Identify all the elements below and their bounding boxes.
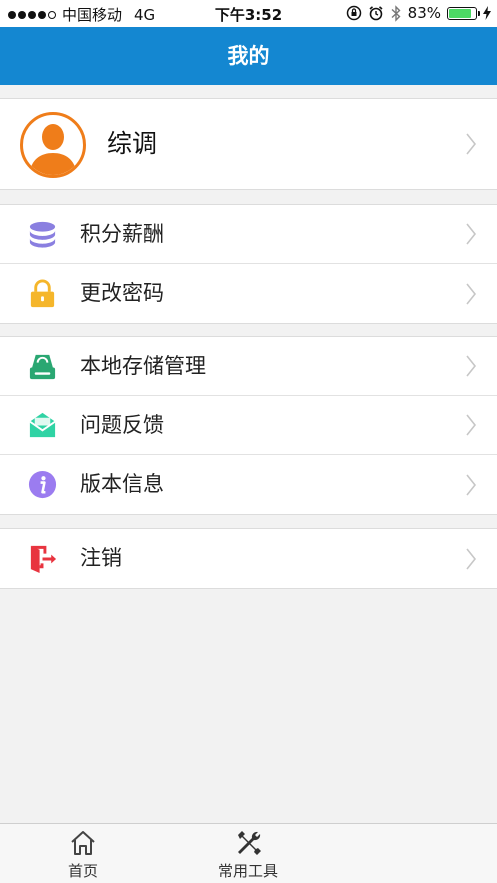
chevron-right-icon [466,414,477,436]
navigation-bar: 我的 [0,27,497,85]
chevron-right-icon [466,133,477,155]
tab-tools[interactable]: 常用工具 [168,824,328,883]
menu-item-local-storage[interactable]: 本地存储管理 [0,337,497,396]
chevron-right-icon [466,283,477,304]
chevron-right-icon [466,474,477,495]
profile-name: 综调 [107,129,158,158]
storage-icon [29,354,56,380]
menu-group-rewards: 积分薪酬 更改密码 [0,204,497,324]
menu-item-label: 本地存储管理 [80,354,206,378]
status-right: 83% [346,4,491,22]
battery-percent: 83% [407,4,441,22]
tab-label: 首页 [67,862,98,880]
menu-item-version-info[interactable]: 版本信息 [0,455,497,514]
tools-icon [238,831,261,855]
profile-row[interactable]: 综调 [0,99,497,189]
menu-group-account: 注销 [0,528,497,589]
menu-group-system: 本地存储管理 问题反馈 版本信息 [0,336,497,515]
chevron-right-icon [466,223,477,245]
database-icon [29,221,56,248]
info-icon [28,470,57,499]
menu-item-logout[interactable]: 注销 [0,529,497,588]
alarm-icon [369,6,383,21]
menu-item-change-password[interactable]: 更改密码 [0,264,497,323]
page-title: 我的 [227,44,270,68]
charging-icon [483,6,491,20]
envelope-icon [29,412,56,438]
chevron-right-icon [466,548,477,569]
menu-item-points-salary[interactable]: 积分薪酬 [0,205,497,264]
tab-label: 常用工具 [217,862,278,880]
profile-group: 综调 [0,98,497,190]
menu-item-label: 注销 [80,546,122,570]
user-silhouette-icon [29,124,77,175]
lock-icon [30,279,55,308]
bluetooth-icon [391,4,401,22]
chevron-right-icon [466,355,477,377]
menu-item-label: 版本信息 [80,472,164,496]
home-icon [71,831,95,855]
tab-bar: 首页 常用工具 [0,823,497,883]
rotation-lock-icon [346,5,361,21]
avatar [20,112,86,178]
battery-icon [447,6,480,20]
logout-icon [30,545,57,574]
menu-item-label: 积分薪酬 [80,222,164,246]
menu-item-label: 更改密码 [80,281,164,305]
menu-item-label: 问题反馈 [80,413,164,437]
tab-home[interactable]: 首页 [3,824,163,883]
status-bar: 中国移动 4G 下午3:52 83% [0,0,497,27]
menu-item-feedback[interactable]: 问题反馈 [0,396,497,455]
